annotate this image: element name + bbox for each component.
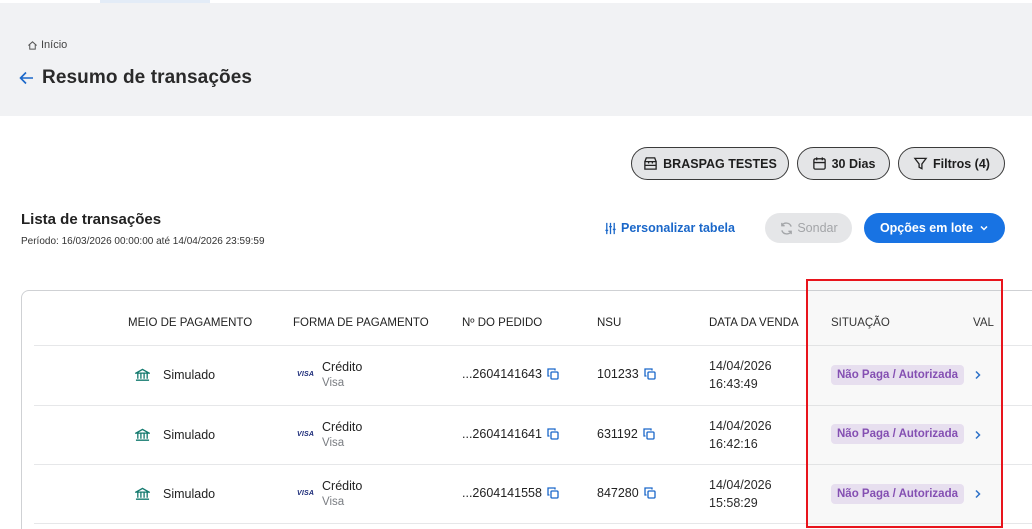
- period-filter-button[interactable]: 30 Dias: [797, 147, 890, 180]
- order-number-cell: ...2604141643: [462, 367, 559, 381]
- card-brand: Visa: [322, 496, 345, 508]
- chevron-down-icon: [980, 225, 988, 231]
- store-icon: [644, 157, 657, 170]
- order-number: ...2604141643: [462, 367, 542, 381]
- sale-date-time: 16:42:16: [709, 437, 758, 451]
- sliders-icon: [605, 222, 616, 234]
- order-number-cell: ...2604141558: [462, 486, 559, 500]
- payment-method: Simulado: [163, 487, 216, 501]
- table-row[interactable]: Simulado VISA Crédito Visa ...2604141641…: [22, 406, 1032, 465]
- section-title: Lista de transações: [21, 211, 162, 228]
- table-row[interactable]: Simulado VISA Crédito Visa ...2604141643…: [22, 346, 1032, 405]
- nsu-cell: 101233: [597, 367, 656, 381]
- back-button[interactable]: [18, 70, 34, 86]
- order-number: ...2604141558: [462, 486, 542, 500]
- column-header-value[interactable]: VAL: [973, 317, 994, 329]
- arrow-left-icon: [18, 71, 33, 85]
- copy-icon[interactable]: [643, 428, 655, 440]
- column-header-order-number[interactable]: Nº DO PEDIDO: [462, 317, 542, 329]
- copy-icon[interactable]: [547, 428, 559, 440]
- period-filter-label: 30 Dias: [831, 156, 876, 171]
- payment-form: Crédito: [322, 479, 363, 493]
- filters-button[interactable]: Filtros (4): [898, 147, 1005, 180]
- status-badge: Não Paga / Autorizada: [831, 424, 964, 444]
- nsu: 847280: [597, 486, 639, 500]
- title-row: Resumo de transações: [18, 67, 252, 89]
- chevron-right-icon[interactable]: [973, 370, 982, 380]
- sondar-button[interactable]: Sondar: [765, 213, 852, 243]
- visa-logo: VISA: [297, 490, 315, 497]
- column-header-payment-form[interactable]: FORMA DE PAGAMENTO: [293, 317, 429, 329]
- home-icon: [28, 40, 37, 50]
- column-header-nsu[interactable]: NSU: [597, 317, 621, 329]
- funnel-icon: [913, 157, 928, 170]
- bank-icon: [135, 428, 150, 441]
- copy-icon[interactable]: [644, 368, 656, 380]
- sale-date-time: 15:58:29: [709, 496, 758, 510]
- bank-icon: [135, 487, 150, 500]
- batch-options-button[interactable]: Opções em lote: [864, 213, 1005, 243]
- nsu-cell: 631192: [597, 427, 655, 441]
- merchant-filter-button[interactable]: BRASPAG TESTES: [631, 147, 789, 180]
- column-header-sale-date[interactable]: DATA DA VENDA: [709, 317, 799, 329]
- status-badge: Não Paga / Autorizada: [831, 365, 964, 385]
- customize-table-button[interactable]: Personalizar tabela: [604, 221, 735, 235]
- page-title: Resumo de transações: [42, 67, 253, 88]
- order-number: ...2604141641: [462, 427, 542, 441]
- breadcrumb[interactable]: Início: [27, 39, 67, 51]
- sondar-label: Sondar: [797, 221, 838, 235]
- payment-form: Crédito: [322, 420, 363, 434]
- chevron-right-icon[interactable]: [973, 489, 982, 499]
- payment-method: Simulado: [163, 428, 216, 442]
- sale-date-day: 14/04/2026: [709, 478, 772, 492]
- table-row[interactable]: Simulado VISA Crédito Visa ...2604141558…: [22, 465, 1032, 524]
- nsu-cell: 847280: [597, 486, 656, 500]
- bank-icon: [135, 368, 150, 381]
- merchant-filter-label: BRASPAG TESTES: [663, 156, 777, 171]
- visa-logo: VISA: [297, 431, 315, 438]
- card-brand: Visa: [322, 437, 345, 449]
- customize-table-label: Personalizar tabela: [621, 221, 735, 235]
- calendar-icon: [812, 157, 826, 170]
- row-divider: [34, 523, 1032, 524]
- card-brand: Visa: [322, 377, 345, 389]
- sale-date: 14/04/2026 16:42:16: [709, 417, 772, 453]
- filters-label: Filtros (4): [933, 156, 990, 171]
- sale-date-day: 14/04/2026: [709, 419, 772, 433]
- batch-options-label: Opções em lote: [879, 221, 974, 235]
- page-header: Início Resumo de transações: [0, 3, 1032, 116]
- copy-icon[interactable]: [547, 487, 559, 499]
- sale-date-time: 16:43:49: [709, 377, 758, 391]
- breadcrumb-home[interactable]: Início: [41, 39, 67, 51]
- refresh-icon: [781, 221, 793, 235]
- copy-icon[interactable]: [547, 368, 559, 380]
- period-range: Período: 16/03/2026 00:00:00 até 14/04/2…: [21, 236, 265, 247]
- column-header-payment-method[interactable]: MEIO DE PAGAMENTO: [128, 317, 252, 329]
- payment-form: Crédito: [322, 360, 363, 374]
- order-number-cell: ...2604141641: [462, 427, 559, 441]
- payment-method: Simulado: [163, 368, 216, 382]
- sale-date: 14/04/2026 16:43:49: [709, 357, 772, 393]
- column-header-status[interactable]: SITUAÇÃO: [831, 317, 890, 329]
- sale-date-day: 14/04/2026: [709, 359, 772, 373]
- copy-icon[interactable]: [644, 487, 656, 499]
- nsu: 101233: [597, 367, 639, 381]
- transactions-table: MEIO DE PAGAMENTO FORMA DE PAGAMENTO Nº …: [21, 290, 1032, 529]
- visa-logo: VISA: [297, 371, 315, 378]
- nsu: 631192: [597, 427, 638, 441]
- status-badge: Não Paga / Autorizada: [831, 484, 964, 504]
- chevron-right-icon[interactable]: [973, 430, 982, 440]
- sale-date: 14/04/2026 15:58:29: [709, 476, 772, 512]
